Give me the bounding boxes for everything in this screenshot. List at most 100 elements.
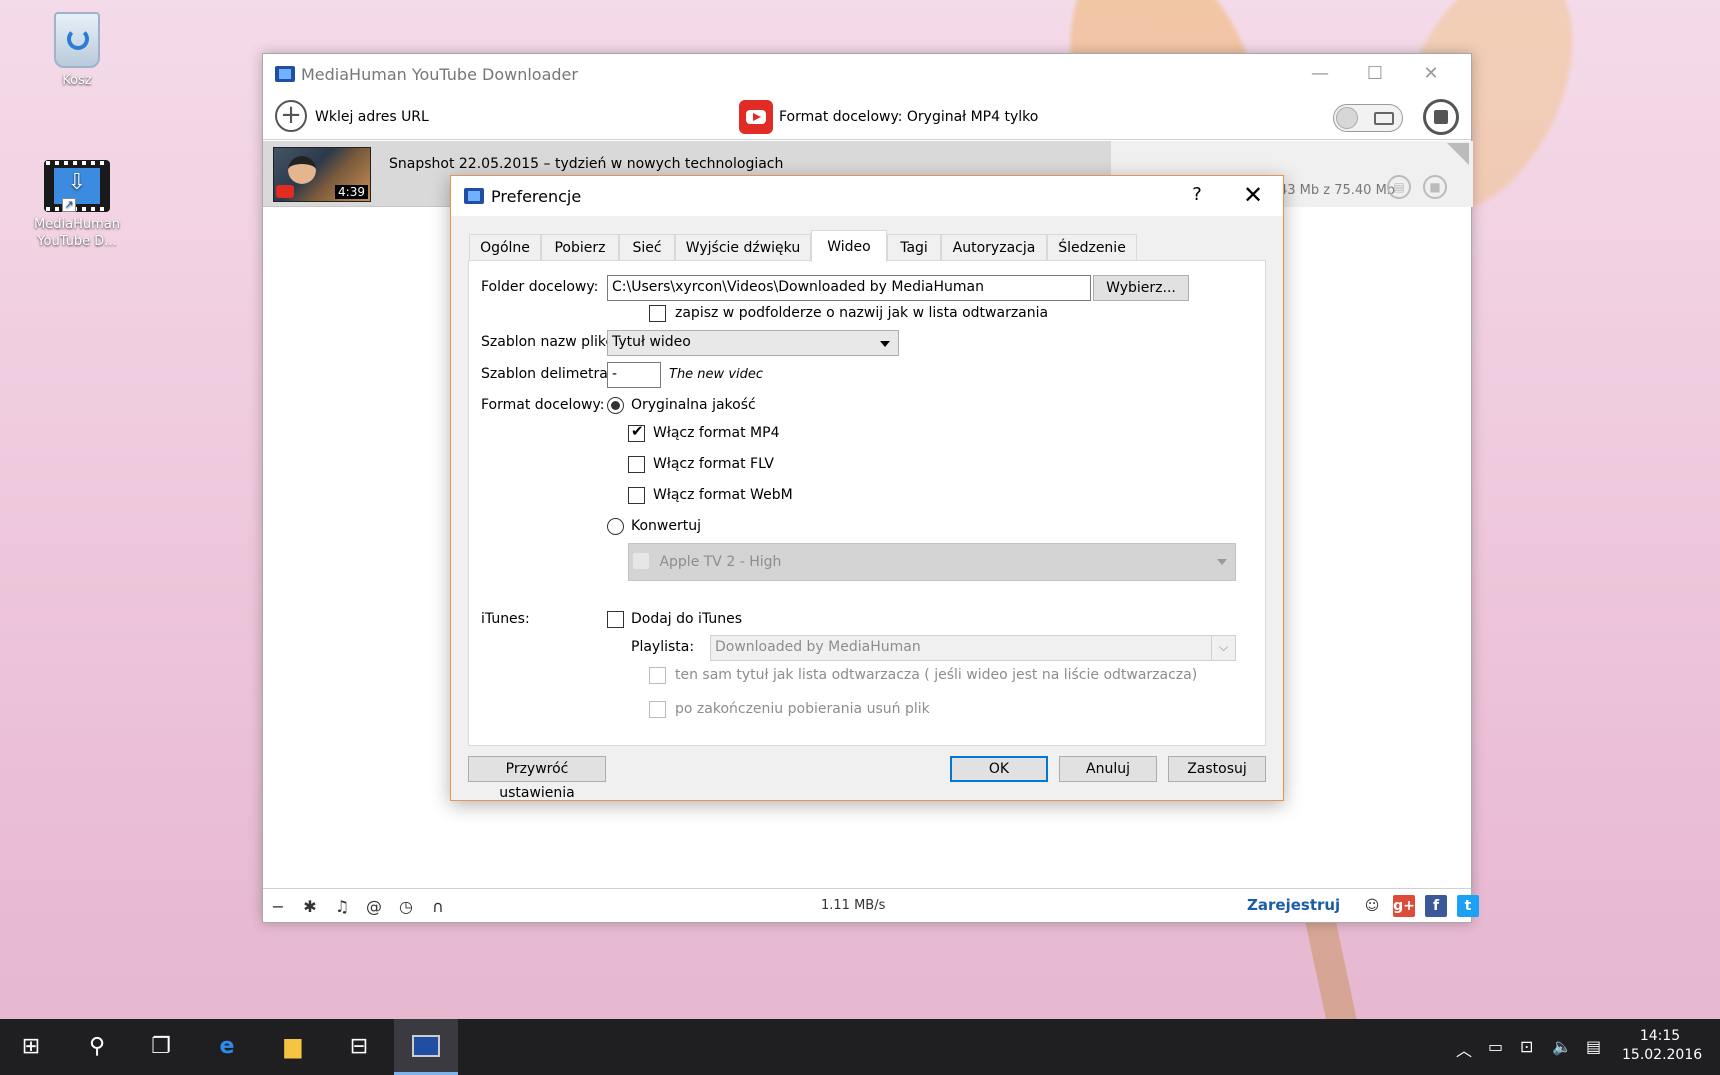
taskbar-mediahuman-active[interactable] [394,1019,458,1075]
file-info-icon[interactable]: ▤ [1387,175,1411,199]
minimize-button[interactable]: — [1308,62,1332,86]
tab-tags[interactable]: Tagi [887,234,941,261]
toolbar: + Wklej adres URL Format docelowy: Orygi… [263,94,1471,140]
playlist-select[interactable]: Downloaded by MediaHuman ⌵ [710,635,1236,661]
chevron-down-icon: ⌵ [1211,636,1235,660]
status-bar: − ✱ ♫ @ ◷ ∩ 1.11 MB/s Zarejestruj ☺ g+ f… [263,888,1479,922]
convert-preset-select[interactable]: Apple TV 2 - High [628,543,1236,581]
register-link[interactable]: Zarejestruj [1247,896,1340,914]
task-view-icon[interactable]: ❐ [145,1031,177,1063]
delete-after-checkbox[interactable] [649,701,666,718]
same-title-checkbox[interactable] [649,667,666,684]
taskbar-clock[interactable]: 14:15 15.02.2016 [1622,1027,1703,1065]
ok-button[interactable]: OK [950,756,1048,782]
apple-tv-icon [633,553,649,569]
tab-authorization[interactable]: Autoryzacja [941,234,1047,261]
checkmark-icon: ✔ [631,422,644,440]
subfolder-checkbox[interactable] [649,305,666,322]
add-itunes-label: Dodaj do iTunes [631,611,743,627]
tab-tracking[interactable]: Śledzenie [1047,234,1137,261]
filename-template-select[interactable]: Tytuł wideo [607,330,899,356]
search-icon[interactable]: ⚲ [81,1031,113,1063]
desktop-icon-mediahuman[interactable]: ⇩ ↗ MediaHuman YouTube D... [27,160,127,250]
binoculars-icon[interactable]: ∩ [429,897,447,916]
battery-icon[interactable]: ▭ [1488,1037,1503,1056]
windows-start-icon[interactable]: ⊞ [15,1031,47,1063]
store-icon[interactable]: ⊟ [343,1031,375,1063]
mp4-checkbox[interactable]: ✔ [628,422,645,442]
edge-browser-icon[interactable]: e [211,1031,243,1063]
mp4-label: Włącz format MP4 [653,425,780,441]
target-format-button[interactable]: Format docelowy: Oryginał MP4 tylko [779,109,1038,125]
network-icon[interactable]: ⊡ [1520,1037,1533,1056]
flv-checkbox[interactable] [628,456,645,473]
target-format-label: Format docelowy: [481,397,605,413]
convert-preset-value: Apple TV 2 - High [659,554,782,570]
tab-general[interactable]: Ogólne [469,234,541,261]
desktop-icon-label: MediaHuman YouTube D... [34,217,120,249]
playlist-value: Downloaded by MediaHuman [715,639,921,655]
original-quality-radio[interactable] [607,397,624,414]
youtube-icon[interactable] [739,100,773,134]
clock-icon[interactable]: ◷ [397,897,415,916]
toggle-knob [1336,107,1358,129]
folder-label: Folder docelowy: [481,279,599,295]
recycle-bin-icon [54,12,100,68]
browse-button[interactable]: Wybierz... [1093,275,1189,301]
delimiter-input[interactable]: - [607,362,661,388]
cancel-button[interactable]: Anuluj [1059,756,1157,782]
volume-icon[interactable]: 🔈 [1552,1037,1572,1056]
maximize-button[interactable]: ☐ [1363,62,1387,86]
title-bar[interactable]: MediaHuman YouTube Downloader — ☐ ✕ [263,54,1471,94]
help-button[interactable]: ? [1187,184,1207,205]
film-icon [1374,112,1394,125]
restore-defaults-button[interactable]: Przywróć ustawienia [468,756,606,801]
snail-icon[interactable]: @ [365,897,383,916]
tab-audio-output[interactable]: Wyjście dźwięku [675,234,811,261]
playlist-label: Playlista: [631,639,695,655]
app-icon [464,188,484,204]
mediahuman-app-icon [412,1035,440,1057]
folder-input[interactable]: C:\Users\xyrcon\Videos\Downloaded by Med… [607,275,1091,301]
video-settings-panel: Folder docelowy: C:\Users\xyrcon\Videos\… [468,260,1266,746]
action-center-icon[interactable]: ▤ [1586,1037,1601,1056]
clock-date: 15.02.2016 [1622,1047,1703,1063]
stop-all-button[interactable] [1423,99,1459,135]
twitter-icon[interactable]: t [1457,895,1479,917]
delimiter-preview: The new videc [669,367,764,382]
mediahuman-app-icon: ⇩ ↗ [44,160,110,212]
download-speed: 1.11 MB/s [821,898,886,913]
video-duration: 4:39 [335,185,368,199]
tab-video[interactable]: Wideo [811,230,887,262]
webm-checkbox[interactable] [628,487,645,504]
music-note-icon[interactable]: ♫ [333,897,351,916]
settings-gear-icon[interactable]: ✱ [301,897,319,916]
add-url-icon[interactable]: + [275,100,307,132]
original-quality-label: Oryginalna jakość [631,397,756,413]
desktop-icon-recycle-bin[interactable]: Kosz [27,12,127,89]
add-itunes-checkbox[interactable] [607,611,624,628]
reddit-icon[interactable]: ☺ [1361,895,1383,917]
chevron-down-icon [1217,559,1227,565]
paste-url-button[interactable]: Wklej adres URL [315,109,429,125]
dialog-title-bar[interactable]: Preferencje ? ✕ [451,176,1283,216]
show-hidden-icons-chevron-icon[interactable]: ︿ [1456,1037,1472,1061]
minus-icon[interactable]: − [269,897,287,916]
tab-download[interactable]: Pobierz [541,234,619,261]
desktop-icon-label: Kosz [62,73,92,88]
itunes-label: iTunes: [481,611,530,627]
google-plus-icon[interactable]: g+ [1393,895,1415,917]
close-button[interactable]: ✕ [1419,62,1443,86]
video-audio-toggle[interactable] [1333,104,1403,132]
file-explorer-icon[interactable]: ▆ [277,1031,309,1063]
youtube-icon [276,185,294,198]
download-size: 43 Mb z 75.40 Mb [1279,183,1396,198]
dialog-close-button[interactable]: ✕ [1241,181,1265,209]
convert-radio[interactable] [607,518,624,535]
stop-download-icon[interactable]: ■ [1423,175,1447,199]
apply-button[interactable]: Zastosuj [1168,756,1266,782]
subfolder-label: zapisz w podfolderze o nazwij jak w list… [675,305,1049,321]
tab-network[interactable]: Sieć [619,234,675,261]
facebook-icon[interactable]: f [1425,895,1447,917]
delimiter-label: Szablon delimetra: [481,366,613,382]
